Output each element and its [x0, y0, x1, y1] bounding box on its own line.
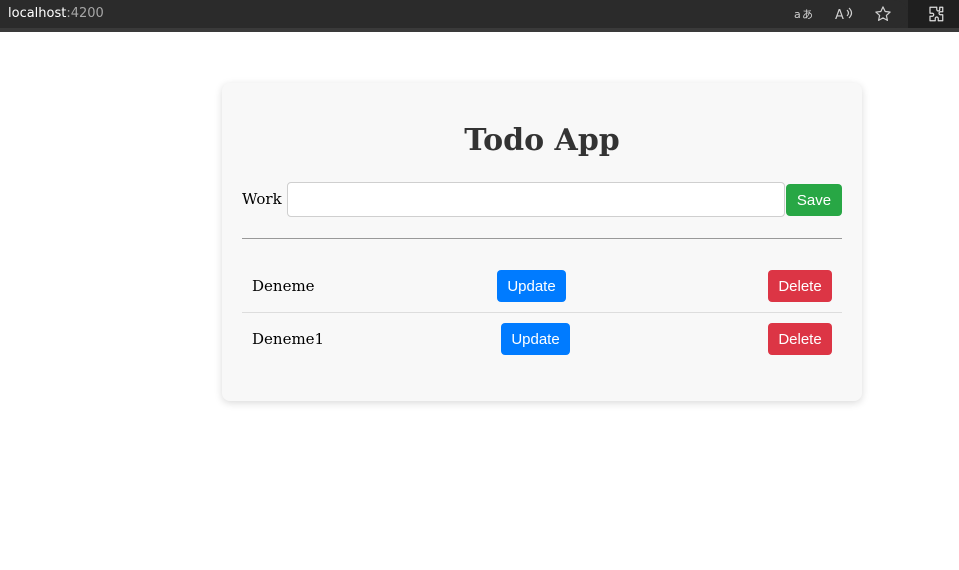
translate-icon[interactable]: a あ — [793, 4, 813, 24]
todo-text: Deneme — [252, 277, 315, 295]
svg-text:a: a — [794, 8, 801, 21]
extensions-icon[interactable] — [926, 4, 946, 24]
page-title: Todo App — [464, 123, 620, 158]
address-bar[interactable]: localhost:4200 — [8, 5, 104, 22]
address-host: localhost — [8, 6, 67, 21]
svg-text:A: A — [835, 8, 844, 22]
todo-row: Deneme Update Delete — [242, 260, 842, 313]
save-button[interactable]: Save — [786, 184, 842, 216]
svg-text:あ: あ — [802, 8, 812, 21]
update-button[interactable]: Update — [497, 270, 566, 302]
todo-row: Deneme1 Update Delete — [242, 313, 842, 365]
todo-text: Deneme1 — [252, 330, 325, 348]
favorite-star-icon[interactable] — [873, 4, 893, 24]
work-label: Work — [242, 190, 282, 208]
address-port: :4200 — [66, 6, 104, 21]
delete-button[interactable]: Delete — [768, 270, 832, 302]
browser-toolbar: localhost:4200 a あ A — [0, 0, 959, 32]
delete-button[interactable]: Delete — [768, 323, 832, 355]
update-button[interactable]: Update — [501, 323, 570, 355]
work-input[interactable] — [287, 182, 785, 217]
read-aloud-icon[interactable]: A — [834, 4, 854, 24]
todo-card: Todo App Work Save Deneme Update Delete … — [222, 83, 862, 401]
divider — [242, 238, 842, 239]
